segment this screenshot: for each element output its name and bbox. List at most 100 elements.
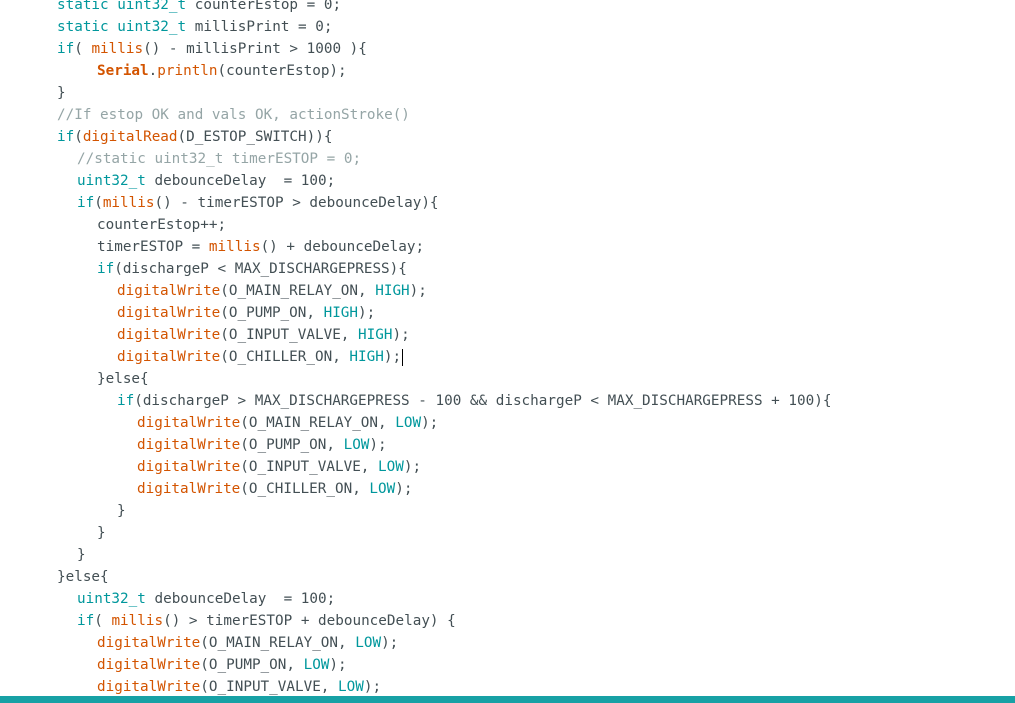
code-token: counterEstop = 0; (186, 0, 342, 13)
code-token: //If estop OK and vals OK, actionStroke(… (57, 107, 410, 123)
code-token: () - millisPrint > 1000 ){ (143, 41, 367, 57)
code-token: HIGH (323, 305, 359, 321)
code-token: (dischargeP < MAX_DISCHARGEPRESS){ (114, 261, 407, 277)
code-token: ); (381, 635, 399, 651)
code-token: uint32_t (117, 0, 187, 13)
code-line[interactable]: }else{ (0, 566, 1015, 588)
code-token: ( (94, 613, 112, 629)
code-token: } (117, 503, 126, 519)
code-line[interactable]: digitalWrite(O_INPUT_VALVE, HIGH); (0, 324, 1015, 346)
code-token: if (77, 195, 95, 211)
code-token: if (57, 129, 75, 145)
code-token: (O_PUMP_ON, (200, 657, 304, 673)
code-token: ); (421, 415, 439, 431)
code-line[interactable]: } (0, 500, 1015, 522)
code-token: (O_PUMP_ON, (220, 305, 324, 321)
code-token: //static uint32_t timerESTOP = 0; (77, 151, 362, 167)
code-line[interactable]: if(digitalRead(D_ESTOP_SWITCH)){ (0, 126, 1015, 148)
code-token: digitalWrite (117, 283, 221, 299)
code-line[interactable]: digitalWrite(O_PUMP_ON, HIGH); (0, 302, 1015, 324)
code-line[interactable]: } (0, 522, 1015, 544)
code-token: HIGH (358, 327, 393, 343)
code-token: ); (329, 657, 347, 673)
code-token: LOW (395, 415, 422, 431)
code-line[interactable]: digitalWrite(O_PUMP_ON, LOW); (0, 434, 1015, 456)
code-line[interactable]: Serial.println(counterEstop); (0, 60, 1015, 82)
code-token: (counterEstop); (217, 63, 347, 79)
code-token: Serial (97, 63, 149, 79)
code-line[interactable]: digitalWrite(O_INPUT_VALVE, LOW); (0, 456, 1015, 478)
code-token: ); (383, 349, 402, 365)
code-token: digitalWrite (97, 635, 201, 651)
code-line[interactable]: //static uint32_t timerESTOP = 0; (0, 148, 1015, 170)
code-token: millis (102, 195, 155, 211)
code-token: if (117, 393, 135, 409)
code-token: millis (111, 613, 164, 629)
code-token: } (77, 547, 86, 563)
code-token: ); (403, 459, 422, 475)
code-token: static (57, 0, 109, 13)
code-token: . (148, 63, 158, 79)
code-token: ( (94, 195, 103, 211)
code-editor[interactable]: static uint32_t counterEstop = 0; static … (0, 0, 1015, 696)
code-line[interactable]: digitalWrite(O_MAIN_RELAY_ON, HIGH); (0, 280, 1015, 302)
code-line[interactable]: uint32_t debounceDelay = 100; (0, 588, 1015, 610)
code-token: }else{ (97, 371, 149, 387)
code-line[interactable]: digitalWrite(O_PUMP_ON, LOW); (0, 654, 1015, 676)
code-token: LOW (303, 657, 330, 673)
code-token: timerESTOP = (97, 239, 209, 255)
code-line[interactable]: }else{ (0, 368, 1015, 390)
code-token: (O_MAIN_RELAY_ON, (200, 635, 356, 651)
code-line[interactable]: counterEstop++; (0, 214, 1015, 236)
code-token: millisPrint = 0; (186, 19, 333, 35)
code-token: (O_MAIN_RELAY_ON, (220, 283, 376, 299)
code-token: ); (358, 305, 376, 321)
code-line[interactable]: digitalWrite(O_INPUT_VALVE, LOW); (0, 676, 1015, 696)
code-token: debounceDelay = 100; (145, 591, 336, 607)
code-token: (O_INPUT_VALVE, (200, 679, 339, 695)
code-token: (O_CHILLER_ON, (240, 481, 370, 497)
code-line[interactable]: } (0, 544, 1015, 566)
code-line[interactable]: digitalWrite(O_MAIN_RELAY_ON, LOW); (0, 412, 1015, 434)
text-cursor (402, 348, 404, 366)
code-token: counterEstop++; (97, 217, 227, 233)
code-token: if (97, 261, 115, 277)
code-token: LOW (338, 679, 364, 695)
code-token: ( (74, 41, 92, 57)
code-token: digitalWrite (117, 305, 221, 321)
code-token: digitalWrite (117, 349, 221, 365)
horizontal-scrollbar[interactable] (0, 696, 1015, 703)
code-token: HIGH (375, 283, 410, 299)
code-token: (D_ESTOP_SWITCH)){ (177, 129, 333, 145)
code-token: (O_MAIN_RELAY_ON, (240, 415, 396, 431)
code-token: if (77, 613, 95, 629)
code-token: static (57, 19, 109, 35)
code-line[interactable]: timerESTOP = millis() + debounceDelay; (0, 236, 1015, 258)
code-line[interactable]: static uint32_t millisPrint = 0; (0, 16, 1015, 38)
code-line[interactable]: static uint32_t counterEstop = 0; (0, 0, 1015, 16)
code-token: uint32_t (77, 173, 146, 189)
code-line[interactable]: digitalWrite(O_CHILLER_ON, HIGH); (0, 346, 1015, 368)
code-token: ); (392, 327, 410, 343)
code-line[interactable]: digitalWrite(O_MAIN_RELAY_ON, LOW); (0, 632, 1015, 654)
code-line[interactable]: if( millis() > timerESTOP + debounceDela… (0, 610, 1015, 632)
code-line[interactable]: if(dischargeP > MAX_DISCHARGEPRESS - 100… (0, 390, 1015, 412)
code-line[interactable]: if( millis() - millisPrint > 1000 ){ (0, 38, 1015, 60)
code-line[interactable]: //If estop OK and vals OK, actionStroke(… (0, 104, 1015, 126)
code-token: millis (208, 239, 261, 255)
code-line[interactable]: if(millis() - timerESTOP > debounceDelay… (0, 192, 1015, 214)
code-token: (O_PUMP_ON, (240, 437, 344, 453)
code-line[interactable]: uint32_t debounceDelay = 100; (0, 170, 1015, 192)
code-line[interactable]: if(dischargeP < MAX_DISCHARGEPRESS){ (0, 258, 1015, 280)
code-token: (O_INPUT_VALVE, (240, 459, 379, 475)
code-token: millis (91, 41, 144, 57)
code-token: println (157, 63, 218, 79)
code-token: ); (369, 437, 387, 453)
code-line[interactable]: } (0, 82, 1015, 104)
code-token: } (97, 525, 106, 541)
code-token: ); (409, 283, 427, 299)
code-line[interactable]: digitalWrite(O_CHILLER_ON, LOW); (0, 478, 1015, 500)
code-token: (dischargeP > MAX_DISCHARGEPRESS - 100 &… (134, 393, 832, 409)
code-token: digitalWrite (97, 657, 201, 673)
code-token: uint32_t (77, 591, 146, 607)
